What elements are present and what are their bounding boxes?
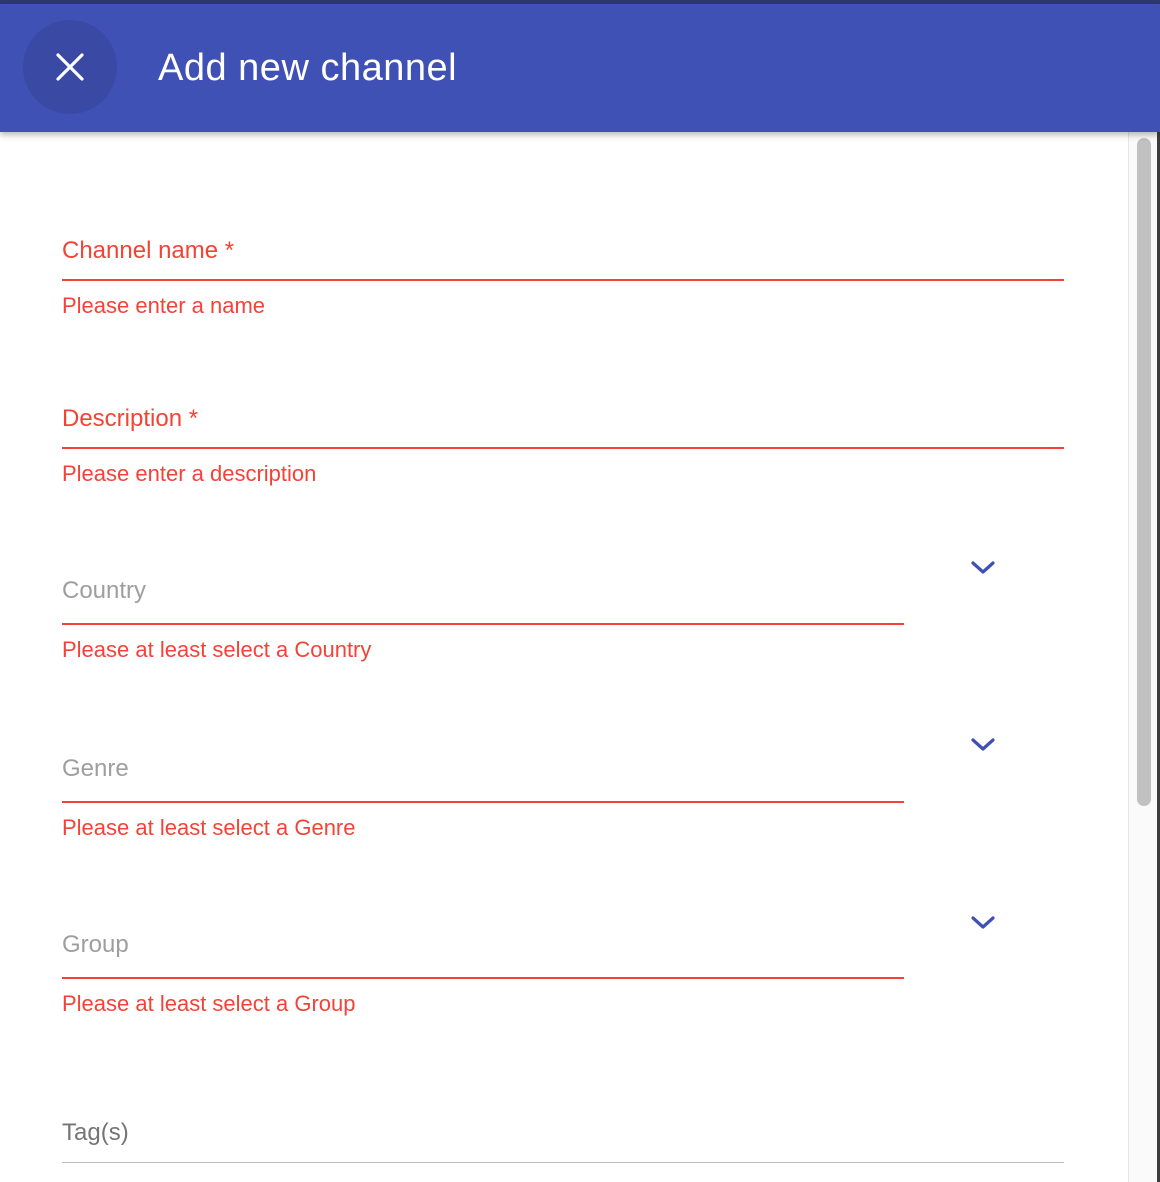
chevron-down-icon[interactable] xyxy=(968,735,998,755)
close-icon xyxy=(56,53,84,81)
chevron-down-icon[interactable] xyxy=(968,913,998,933)
channel-name-input[interactable] xyxy=(62,279,1064,281)
vertical-scrollbar[interactable] xyxy=(1128,132,1160,1182)
country-error: Please at least select a Country xyxy=(62,637,372,662)
form-scroll-area: Channel name * Please enter a name Descr… xyxy=(0,132,1128,1182)
genre-label: Genre xyxy=(62,755,129,782)
group-error: Please at least select a Group xyxy=(62,991,356,1016)
country-label: Country xyxy=(62,577,147,604)
dialog-title: Add new channel xyxy=(158,47,458,89)
description-label: Description * xyxy=(62,405,199,432)
close-button[interactable] xyxy=(23,20,117,114)
channel-name-label: Channel name * xyxy=(62,237,235,264)
genre-select-input[interactable] xyxy=(62,801,904,803)
tags-input[interactable] xyxy=(62,1162,1064,1163)
group-label: Group xyxy=(62,931,129,958)
genre-error: Please at least select a Genre xyxy=(62,815,356,840)
tags-label: Tag(s) xyxy=(62,1119,129,1146)
description-input[interactable] xyxy=(62,447,1064,449)
group-select-input[interactable] xyxy=(62,977,904,979)
scrollbar-thumb[interactable] xyxy=(1137,138,1151,806)
dialog-app-bar: Add new channel xyxy=(0,4,1160,132)
description-error: Please enter a description xyxy=(62,461,317,486)
channel-name-error: Please enter a name xyxy=(62,293,266,318)
chevron-down-icon[interactable] xyxy=(968,558,998,578)
add-channel-dialog: Add new channel Channel name * Please en… xyxy=(0,0,1160,1182)
country-select-input[interactable] xyxy=(62,623,904,625)
